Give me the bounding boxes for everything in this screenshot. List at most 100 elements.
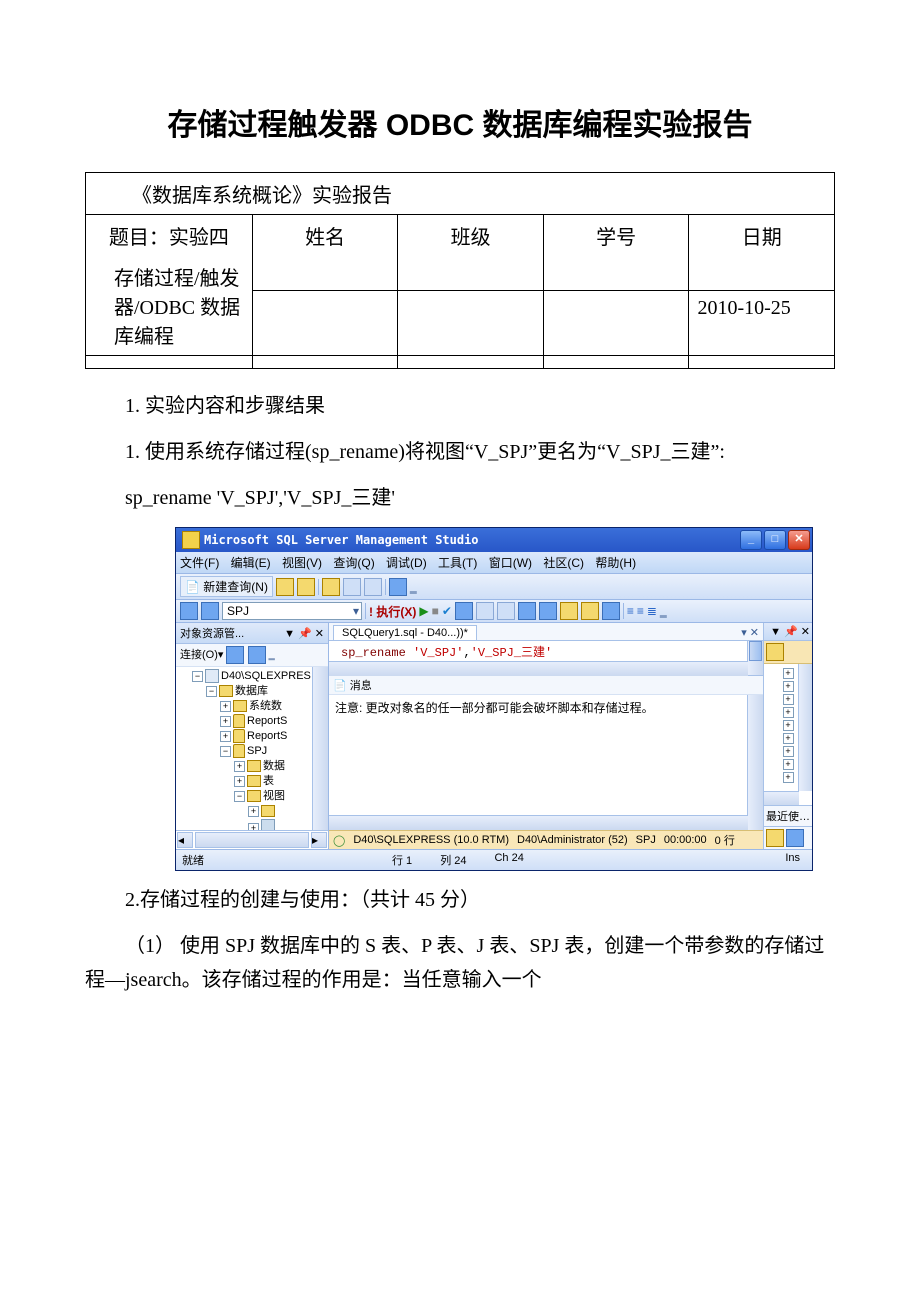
options-icon[interactable] <box>581 602 599 620</box>
object-explorer-panel: 对象资源管... ▼ 📌 ✕ 连接(O)▾ ‗ −D40\SQLEXPRES −… <box>176 623 329 849</box>
prop-icon[interactable] <box>766 643 784 661</box>
open-icon[interactable] <box>276 578 294 596</box>
sql-editor[interactable]: sp_rename 'V_SPJ','V_SPJ_三建' <box>329 641 763 676</box>
comment-icon[interactable] <box>539 602 557 620</box>
step1-text: 1. 使用系统存储过程(sp_rename)将视图“V_SPJ”更名为“V_SP… <box>85 435 835 469</box>
menu-file[interactable]: 文件(F) <box>180 556 219 570</box>
results-text-icon[interactable] <box>497 602 515 620</box>
outdent-icon[interactable]: ≡ <box>637 604 644 618</box>
standard-toolbar: 📄 新建查询(N) ‗ <box>176 574 812 600</box>
plan-icon[interactable] <box>455 602 473 620</box>
msgs-scroll-v[interactable] <box>747 695 763 830</box>
step2-text: 2.存储过程的创建与使用：（共计 45 分） <box>85 883 835 917</box>
ssms-app-icon <box>182 531 200 549</box>
include-plan-icon[interactable] <box>602 602 620 620</box>
sql-editor-toolbar: SPJ ! 执行(X) ▶ ■ ✔ ≡ ≡ ≣ ‗ <box>176 600 812 623</box>
menu-query[interactable]: 查询(Q) <box>333 556 374 570</box>
status-bar: 就绪 行 1 列 24 Ch 24 Ins <box>176 849 812 870</box>
oe-connect-bar[interactable]: 连接(O)▾ ‗ <box>176 644 328 667</box>
database-combo[interactable]: SPJ <box>222 602 362 620</box>
oe-pin-icons[interactable]: ▼ 📌 ✕ <box>284 627 324 640</box>
msgs-scroll-h[interactable] <box>329 815 748 830</box>
indent-icon[interactable]: ≡ <box>627 604 634 618</box>
ssms-titlebar[interactable]: Microsoft SQL Server Management Studio _… <box>176 528 812 552</box>
menu-view[interactable]: 视图(V) <box>282 556 322 570</box>
close-button[interactable]: ✕ <box>788 530 810 550</box>
name-cell <box>252 290 398 355</box>
minimize-button[interactable]: _ <box>740 530 762 550</box>
menu-edit[interactable]: 编辑(E) <box>231 556 271 570</box>
hdr-name: 姓名 <box>252 215 398 291</box>
oe-scroll-v[interactable] <box>312 667 328 830</box>
right-footer: 最近使… <box>764 805 812 826</box>
id-cell <box>543 290 689 355</box>
parse-check-icon[interactable]: ✔ <box>442 604 452 618</box>
menu-window[interactable]: 窗口(W) <box>489 556 532 570</box>
debug-play-icon[interactable]: ▶ <box>419 604 428 618</box>
disconnect-icon[interactable] <box>248 646 266 664</box>
info-table: 《数据库系统概论》实验报告 题目：实验四 存储过程/触发器/ODBC 数据库编程… <box>85 172 835 369</box>
stop-icon: ■ <box>432 604 439 618</box>
editor-tab[interactable]: SQLQuery1.sql - D40...))* <box>333 625 477 640</box>
menu-bar[interactable]: 文件(F) 编辑(E) 视图(V) 查询(Q) 调试(D) 工具(T) 窗口(W… <box>176 552 812 574</box>
maximize-button[interactable]: □ <box>764 530 786 550</box>
db-engine-icon[interactable] <box>180 602 198 620</box>
registered-servers-icon[interactable] <box>389 578 407 596</box>
save-all-icon[interactable] <box>364 578 382 596</box>
hdr-class: 班级 <box>398 215 544 291</box>
right-panel-header[interactable]: ▼ 📌 ✕ <box>764 623 812 641</box>
step-heading: 1. 实验内容和步骤结果 <box>85 389 835 423</box>
menu-tools[interactable]: 工具(T) <box>438 556 477 570</box>
ssms-title: Microsoft SQL Server Management Studio <box>204 533 738 547</box>
db-engine-2-icon[interactable] <box>201 602 219 620</box>
status-ins: Ins <box>785 852 800 868</box>
query-status-bar: ◯ D40\SQLEXPRESS (10.0 RTM) D40\Administ… <box>329 830 763 849</box>
footer-icon-2[interactable] <box>786 829 804 847</box>
oe-scroll-right-icon[interactable]: ▸ <box>311 832 327 848</box>
oe-scroll-h[interactable] <box>195 832 309 848</box>
save-icon[interactable] <box>343 578 361 596</box>
overflow-icon[interactable]: ‗ <box>660 604 667 618</box>
toolbar-overflow-icon[interactable]: ‗ <box>410 580 417 594</box>
hdr-date: 日期 <box>689 215 835 291</box>
specify-icon[interactable]: ≣ <box>647 604 657 618</box>
status-col: 列 24 <box>440 852 466 868</box>
menu-help[interactable]: 帮助(H) <box>595 556 636 570</box>
oe-tree[interactable]: −D40\SQLEXPRES −数据库 +系统数 +ReportS +Repor… <box>176 667 328 830</box>
properties-panel: ▼ 📌 ✕ +++++++++ 最近使… <box>763 623 812 849</box>
activity-monitor-icon[interactable] <box>560 602 578 620</box>
editor-scroll-h[interactable] <box>329 661 748 676</box>
editor-area: SQLQuery1.sql - D40...))* ▾ ✕ sp_rename … <box>329 623 763 849</box>
status-ch: Ch 24 <box>494 852 523 868</box>
tab-close-icons[interactable]: ▾ ✕ <box>741 626 759 639</box>
report-caption: 《数据库系统概论》实验报告 <box>86 173 835 215</box>
footer-icon-1[interactable] <box>766 829 784 847</box>
new-query-button[interactable]: 📄 新建查询(N) <box>180 576 273 597</box>
class-cell <box>398 290 544 355</box>
menu-community[interactable]: 社区(C) <box>543 556 584 570</box>
editor-scroll-v[interactable] <box>747 641 763 675</box>
results-grid-icon[interactable] <box>476 602 494 620</box>
open-2-icon[interactable] <box>297 578 315 596</box>
step2-body: （1） 使用 SPJ 数据库中的 S 表、P 表、J 表、SPJ 表，创建一个带… <box>85 929 835 997</box>
hdr-topic: 题目：实验四 <box>94 221 244 250</box>
ssms-window: Microsoft SQL Server Management Studio _… <box>175 527 813 871</box>
status-line: 行 1 <box>392 852 412 868</box>
menu-debug[interactable]: 调试(D) <box>386 556 427 570</box>
connect-icon[interactable] <box>226 646 244 664</box>
date-cell: 2010-10-25 <box>689 290 835 355</box>
folder-open-icon[interactable] <box>322 578 340 596</box>
results-file-icon[interactable] <box>518 602 536 620</box>
oe-scroll-left-icon[interactable]: ◂ <box>177 832 193 848</box>
right-scroll-h[interactable] <box>764 791 799 805</box>
sql-line: sp_rename 'V_SPJ','V_SPJ_三建' <box>125 481 835 515</box>
messages-tab[interactable]: 📄 消息 <box>329 676 763 695</box>
properties-grid[interactable]: +++++++++ <box>764 664 812 805</box>
status-ready: 就绪 <box>182 852 204 868</box>
execute-button[interactable]: ! 执行(X) <box>369 603 416 620</box>
hdr-id: 学号 <box>543 215 689 291</box>
oe-title: 对象资源管... <box>180 625 244 641</box>
page-title: 存储过程触发器 ODBC 数据库编程实验报告 <box>85 100 835 144</box>
right-scroll-v[interactable] <box>798 664 812 791</box>
topic-body: 存储过程/触发器/ODBC 数据库编程 <box>94 262 244 349</box>
